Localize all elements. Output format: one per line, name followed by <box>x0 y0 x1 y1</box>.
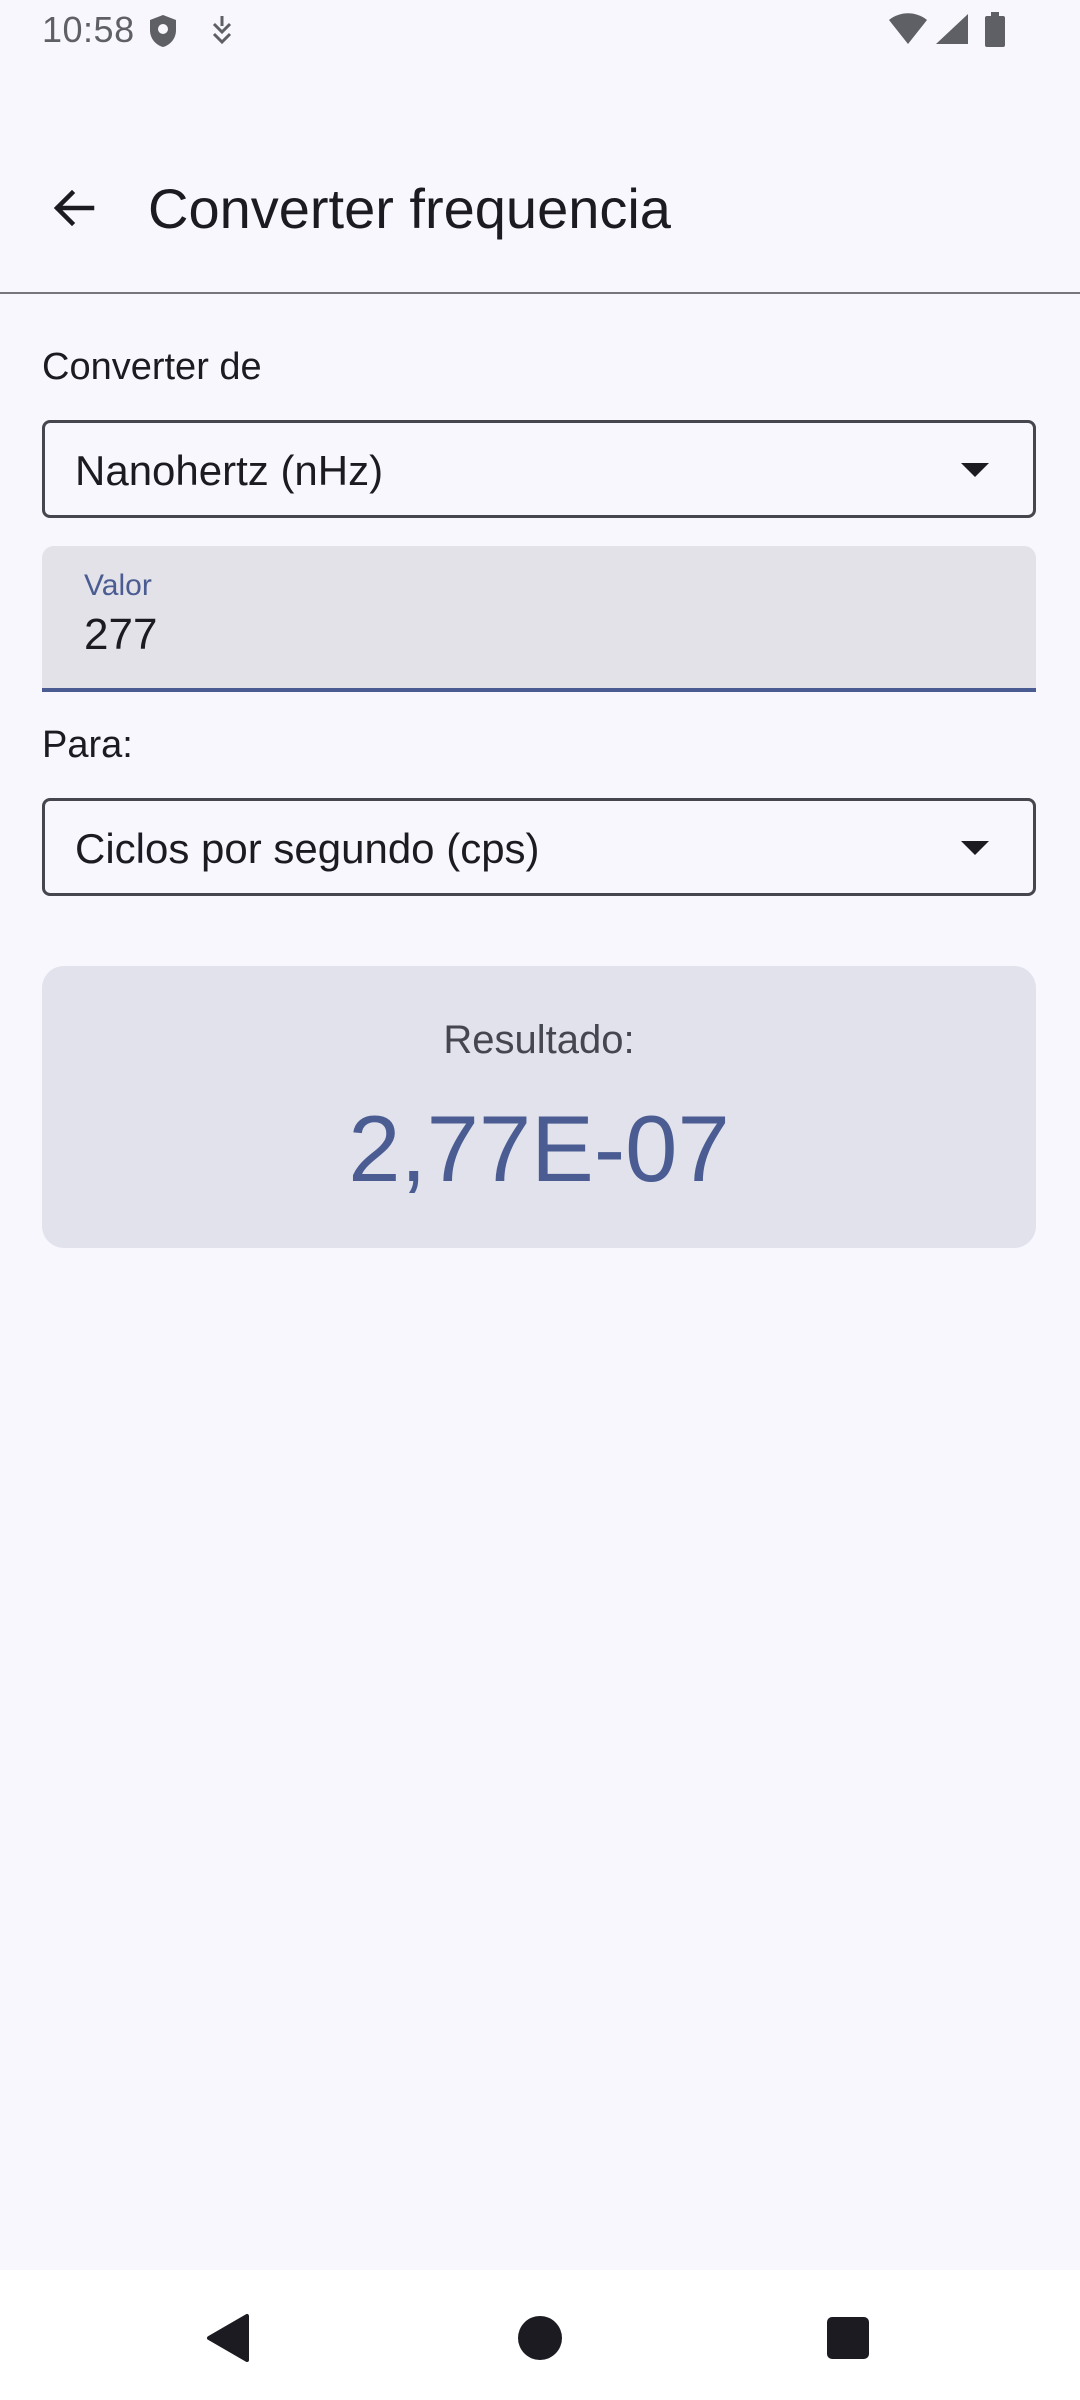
from-unit-dropdown[interactable]: Nanohertz (nHz) <box>42 420 1036 518</box>
signal-icon <box>934 12 970 51</box>
value-field[interactable]: Valor 277 <box>42 546 1036 692</box>
chevron-down-icon <box>961 463 989 477</box>
result-card: Resultado: 2,77E-07 <box>42 966 1036 1248</box>
value-input[interactable]: 277 <box>84 610 157 660</box>
status-time: 10:58 <box>42 9 135 50</box>
from-unit-value: Nanohertz (nHz) <box>75 447 384 494</box>
nav-home-button[interactable] <box>510 2310 570 2370</box>
nav-back-icon <box>203 2312 253 2369</box>
arrow-back-icon <box>50 184 98 237</box>
app-bar-divider <box>0 292 1080 294</box>
chevron-down-icon <box>961 841 989 855</box>
wifi-icon <box>888 12 928 51</box>
result-label: Resultado: <box>443 1018 635 1062</box>
nav-recents-icon <box>825 2315 871 2366</box>
battery-icon <box>984 12 1006 53</box>
value-field-label: Valor <box>84 569 152 602</box>
page-title: Converter frequencia <box>148 177 671 240</box>
result-value: 2,77E-07 <box>348 1096 730 1201</box>
back-button[interactable] <box>34 170 114 250</box>
shield-icon <box>148 14 178 53</box>
to-label: Para: <box>42 724 133 766</box>
nav-back-button[interactable] <box>198 2310 258 2370</box>
from-label: Converter de <box>42 346 262 388</box>
nav-recents-button[interactable] <box>818 2310 878 2370</box>
to-unit-dropdown[interactable]: Ciclos por segundo (cps) <box>42 798 1036 896</box>
to-unit-value: Ciclos por segundo (cps) <box>75 825 540 872</box>
navigation-bar <box>0 2270 1080 2400</box>
app-bar: Converter frequencia <box>0 140 1080 290</box>
status-bar: 10:58 <box>0 0 1080 62</box>
nav-home-icon <box>515 2313 565 2368</box>
debug-icon <box>210 14 234 51</box>
